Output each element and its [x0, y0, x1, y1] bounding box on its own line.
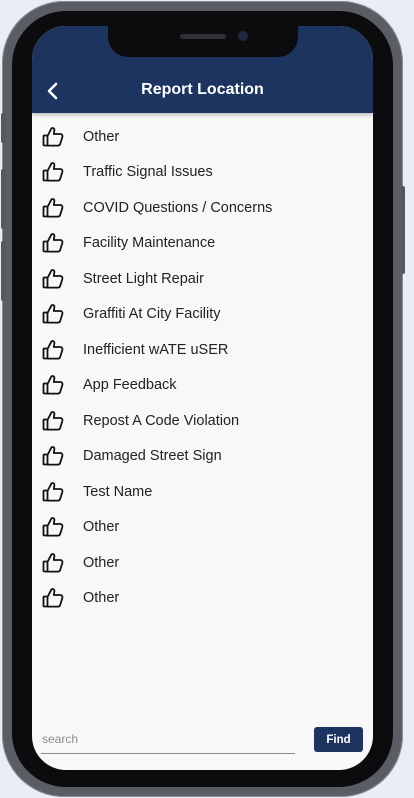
- mute-switch: [1, 113, 5, 143]
- thumbs-up-icon: [40, 408, 66, 434]
- device-stage: Report Location Other Traffic Signal Iss…: [0, 0, 414, 798]
- list-item[interactable]: Graffiti At City Facility: [32, 297, 373, 333]
- list-item-label: COVID Questions / Concerns: [83, 199, 273, 216]
- thumbs-up-icon: [40, 514, 66, 540]
- category-list: Other Traffic Signal Issues COVID Questi…: [32, 119, 373, 616]
- thumbs-up-icon: [40, 266, 66, 292]
- app-bar: Report Location: [32, 26, 373, 113]
- page-title: Report Location: [141, 81, 264, 98]
- list-item[interactable]: Repost A Code Violation: [32, 403, 373, 439]
- list-item-label: Damaged Street Sign: [83, 448, 222, 465]
- thumbs-up-icon: [40, 301, 66, 327]
- list-item-label: Inefficient wATE uSER: [83, 341, 229, 358]
- list-item[interactable]: Facility Maintenance: [32, 226, 373, 262]
- list-item-label: Graffiti At City Facility: [83, 306, 221, 323]
- volume-down-button: [1, 241, 5, 301]
- list-item-label: Other: [83, 519, 120, 536]
- volume-up-button: [1, 169, 5, 229]
- power-button: [401, 186, 405, 274]
- thumbs-up-icon: [40, 443, 66, 469]
- list-item[interactable]: Street Light Repair: [32, 261, 373, 297]
- list-item-label: Facility Maintenance: [83, 235, 216, 252]
- list-item[interactable]: Other: [32, 119, 373, 155]
- list-item[interactable]: Other: [32, 581, 373, 617]
- front-camera: [239, 32, 247, 40]
- list-item[interactable]: Test Name: [32, 474, 373, 510]
- list-item-label: Traffic Signal Issues: [83, 164, 213, 181]
- list-item-label: Other: [83, 128, 120, 145]
- search-bar: Find: [32, 720, 373, 770]
- thumbs-up-icon: [40, 337, 66, 363]
- list-item[interactable]: Other: [32, 545, 373, 581]
- list-item[interactable]: Damaged Street Sign: [32, 439, 373, 475]
- list-item[interactable]: Other: [32, 510, 373, 546]
- thumbs-up-icon: [40, 550, 66, 576]
- speaker-grille: [180, 34, 226, 39]
- find-button[interactable]: Find: [314, 727, 363, 752]
- notch: [108, 26, 298, 57]
- thumbs-up-icon: [40, 124, 66, 150]
- list-item-label: Other: [83, 554, 120, 571]
- thumbs-up-icon: [40, 372, 66, 398]
- app-screen: Report Location Other Traffic Signal Iss…: [32, 26, 373, 770]
- list-item[interactable]: COVID Questions / Concerns: [32, 190, 373, 226]
- thumbs-up-icon: [40, 230, 66, 256]
- thumbs-up-icon: [40, 585, 66, 611]
- list-item-label: Street Light Repair: [83, 270, 204, 287]
- list-item[interactable]: App Feedback: [32, 368, 373, 404]
- list-item[interactable]: Traffic Signal Issues: [32, 155, 373, 191]
- thumbs-up-icon: [40, 159, 66, 185]
- list-item-label: Test Name: [83, 483, 153, 500]
- thumbs-up-icon: [40, 195, 66, 221]
- list-item-label: App Feedback: [83, 377, 177, 394]
- thumbs-up-icon: [40, 479, 66, 505]
- list-item-label: Other: [83, 590, 120, 607]
- list-item-label: Repost A Code Violation: [83, 412, 240, 429]
- search-input[interactable]: [41, 725, 295, 754]
- list-item[interactable]: Inefficient wATE uSER: [32, 332, 373, 368]
